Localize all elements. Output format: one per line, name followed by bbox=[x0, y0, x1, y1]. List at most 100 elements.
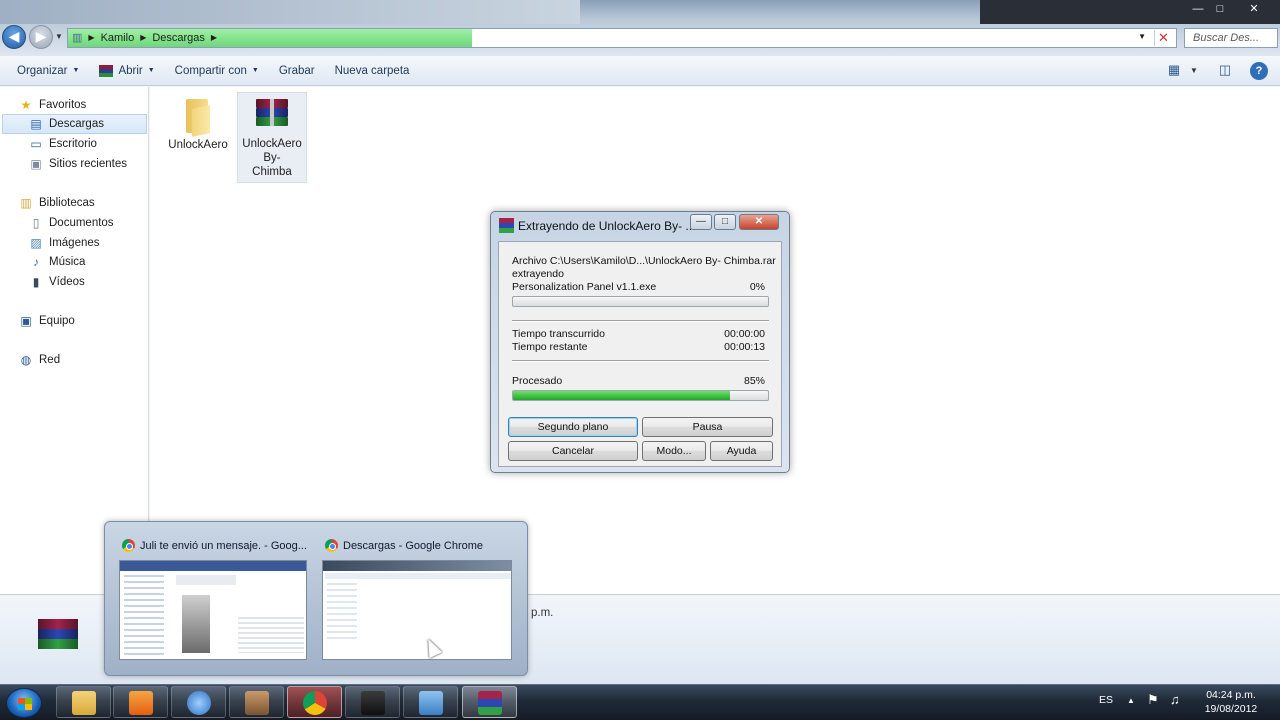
nav-videos-label: Vídeos bbox=[49, 276, 85, 288]
nav-computer[interactable]: ▣ Equipo bbox=[0, 311, 148, 331]
background-button[interactable]: Segundo plano bbox=[508, 417, 638, 437]
share-label: Compartir con bbox=[174, 64, 247, 77]
breadcrumb-separator-icon[interactable]: ▶ bbox=[140, 33, 146, 42]
dialog-maximize-icon[interactable]: □ bbox=[714, 214, 736, 230]
nav-videos[interactable]: ▮ Vídeos bbox=[0, 272, 148, 292]
elapsed-time: 00:00:00 bbox=[724, 328, 765, 340]
volume-icon[interactable]: ♫ bbox=[1170, 692, 1180, 720]
taskbar-explorer[interactable] bbox=[56, 686, 111, 718]
recent-places-icon: ▣ bbox=[30, 157, 42, 171]
nav-documents[interactable]: ▯ Documentos bbox=[0, 213, 148, 233]
taskbar-media-player[interactable] bbox=[113, 686, 168, 718]
nav-recent-places[interactable]: ▣ Sitios recientes bbox=[0, 154, 148, 174]
videos-icon: ▮ bbox=[32, 275, 40, 289]
file-progress-percent: 0% bbox=[749, 281, 765, 293]
minimize-icon[interactable]: — bbox=[1186, 2, 1210, 16]
winrar-icon bbox=[38, 619, 78, 651]
view-options-icon[interactable]: ▦ bbox=[1166, 62, 1182, 80]
dialog-body: Archivo C:\Users\Kamilo\D...\UnlockAero … bbox=[498, 241, 782, 467]
total-progress-bar bbox=[512, 390, 769, 401]
show-hidden-icons-icon[interactable]: ▲ bbox=[1127, 696, 1135, 720]
cancel-button[interactable]: Cancelar bbox=[508, 441, 638, 461]
nav-network[interactable]: ◍ Red bbox=[0, 350, 148, 370]
winrar-icon bbox=[478, 691, 502, 715]
thumbnail-2-preview[interactable] bbox=[322, 560, 512, 660]
separator bbox=[512, 360, 769, 362]
breadcrumb-separator-icon[interactable]: ▶ bbox=[88, 33, 94, 42]
address-bar[interactable]: ▥ ▶ Kamilo ▶ Descargas ▶ ▼ ✕ bbox=[67, 28, 1177, 48]
open-menu[interactable]: Abrir ▼ bbox=[92, 60, 161, 82]
separator bbox=[512, 320, 769, 322]
chrome-icon bbox=[122, 539, 135, 552]
view-chevron-icon[interactable]: ▼ bbox=[1188, 62, 1200, 80]
winrar-icon bbox=[252, 99, 292, 133]
star-icon: ★ bbox=[20, 98, 32, 112]
taskbar-camera[interactable] bbox=[345, 686, 400, 718]
start-button[interactable] bbox=[6, 688, 42, 718]
address-history-chevron-icon[interactable]: ▼ bbox=[1138, 32, 1146, 41]
dialog-close-icon[interactable]: ✕ bbox=[739, 214, 779, 230]
recent-pages-chevron-icon[interactable]: ▼ bbox=[55, 32, 63, 41]
processed-percent: 85% bbox=[743, 375, 765, 387]
file-name-line: Chimba bbox=[252, 166, 292, 178]
nav-images[interactable]: ▨ Imágenes bbox=[0, 233, 148, 253]
share-menu[interactable]: Compartir con ▼ bbox=[168, 60, 266, 82]
thumbnail-1-title[interactable]: Juli te envió un mensaje. - Goog... bbox=[122, 539, 307, 552]
organize-menu[interactable]: Organizar ▼ bbox=[10, 60, 86, 82]
taskbar-winrar[interactable] bbox=[462, 686, 517, 718]
remaining-time: 00:00:13 bbox=[724, 341, 765, 353]
new-folder-button[interactable]: Nueva carpeta bbox=[328, 60, 417, 82]
title-bar-dark-region bbox=[980, 0, 1280, 24]
nav-music[interactable]: ♪ Música bbox=[0, 252, 148, 272]
search-input[interactable]: Buscar Des... bbox=[1184, 28, 1278, 48]
nav-music-label: Música bbox=[49, 256, 86, 268]
taskbar-chrome[interactable] bbox=[287, 686, 342, 718]
mode-button[interactable]: Modo... bbox=[642, 441, 706, 461]
breadcrumb-kamilo[interactable]: Kamilo bbox=[101, 32, 135, 44]
system-clock[interactable]: 04:24 p.m. 19/08/2012 bbox=[1196, 688, 1266, 716]
remaining-label: Tiempo restante bbox=[512, 341, 588, 353]
burn-button[interactable]: Grabar bbox=[272, 60, 322, 82]
nav-libraries[interactable]: ▥ Bibliotecas bbox=[0, 193, 148, 213]
taskbar-avatar-app[interactable] bbox=[229, 686, 284, 718]
desktop-icon: ▭ bbox=[30, 137, 42, 151]
pause-button[interactable]: Pausa bbox=[642, 417, 773, 437]
maximize-icon[interactable]: □ bbox=[1208, 2, 1232, 16]
language-indicator[interactable]: ES bbox=[1099, 694, 1113, 720]
nav-images-label: Imágenes bbox=[49, 237, 100, 249]
thumbnail-2-label: Descargas - Google Chrome bbox=[343, 539, 484, 552]
thumbnail-1-preview[interactable] bbox=[119, 560, 307, 660]
taskbar-browser[interactable] bbox=[171, 686, 226, 718]
archive-path: Archivo C:\Users\Kamilo\D...\UnlockAero … bbox=[512, 255, 776, 267]
details-text: p.m. bbox=[531, 607, 554, 619]
back-button[interactable]: ◀ bbox=[2, 25, 26, 49]
help-button[interactable]: Ayuda bbox=[710, 441, 773, 461]
nav-downloads-label: Descargas bbox=[49, 118, 104, 130]
preview-pane-icon[interactable]: ◫ bbox=[1216, 62, 1234, 80]
help-icon[interactable]: ? bbox=[1250, 62, 1268, 80]
action-center-icon[interactable]: ⚑ bbox=[1147, 692, 1159, 720]
dialog-title: Extrayendo de UnlockAero By- ... bbox=[518, 219, 696, 233]
dialog-minimize-icon[interactable]: — bbox=[690, 214, 712, 230]
globe-icon bbox=[187, 691, 211, 715]
winrar-icon bbox=[499, 218, 514, 233]
chevron-down-icon: ▼ bbox=[251, 67, 259, 74]
libraries-icon: ▥ bbox=[20, 196, 32, 210]
stop-loading-icon[interactable]: ✕ bbox=[1154, 30, 1172, 46]
processed-label: Procesado bbox=[512, 375, 563, 387]
images-icon: ▨ bbox=[30, 236, 42, 250]
file-item-unlockaero-rar[interactable]: UnlockAero By- Chimba bbox=[237, 92, 307, 183]
nav-favorites[interactable]: ★ Favoritos bbox=[0, 95, 148, 115]
breadcrumb-descargas[interactable]: Descargas bbox=[152, 32, 205, 44]
taskbar-control-panel[interactable] bbox=[403, 686, 458, 718]
file-item-unlockaero-folder[interactable]: UnlockAero bbox=[166, 93, 230, 159]
thumbnail-2-title[interactable]: Descargas - Google Chrome bbox=[325, 539, 483, 552]
file-name-line: UnlockAero bbox=[242, 138, 302, 150]
forward-button[interactable]: ▶ bbox=[29, 25, 53, 49]
nav-downloads[interactable]: ▤ Descargas bbox=[2, 114, 147, 134]
file-name-line: By- bbox=[263, 152, 281, 164]
breadcrumb-separator-icon[interactable]: ▶ bbox=[211, 33, 217, 42]
navigation-pane: ★ Favoritos ▤ Descargas ▭ Escritorio ▣ S… bbox=[0, 87, 149, 594]
close-icon[interactable]: ✕ bbox=[1240, 2, 1268, 16]
nav-desktop[interactable]: ▭ Escritorio bbox=[0, 134, 148, 154]
